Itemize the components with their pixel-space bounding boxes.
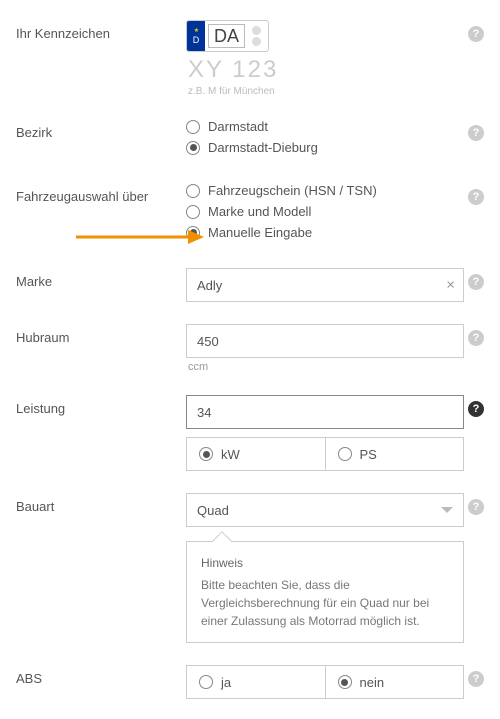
radio-icon <box>186 120 200 134</box>
eu-country: D <box>193 35 200 45</box>
abs-toggle: ja nein <box>186 665 464 699</box>
control-kennzeichen: ★ D DA XY 123 z.B. M für München <box>186 20 464 97</box>
license-plate-input[interactable]: ★ D DA <box>186 20 269 52</box>
control-fahrzeugauswahl: Fahrzeugschein (HSN / TSN) Marke und Mod… <box>186 183 464 246</box>
control-bezirk: Darmstadt Darmstadt-Dieburg <box>186 119 464 161</box>
eu-badge: ★ D <box>187 21 205 51</box>
bauart-hint-box: Hinweis Bitte beachten Sie, dass die Ver… <box>186 541 464 643</box>
radio-icon <box>338 675 352 689</box>
radio-label: kW <box>221 447 240 462</box>
help-icon[interactable]: ? <box>468 26 484 42</box>
help-icon[interactable]: ? <box>468 125 484 141</box>
clear-icon[interactable]: × <box>446 277 455 294</box>
leistung-unit-ps[interactable]: PS <box>325 438 464 470</box>
abs-nein[interactable]: nein <box>325 666 464 698</box>
row-hubraum: Hubraum 450 ccm ? <box>16 324 488 373</box>
radio-fahrzeug-0[interactable]: Fahrzeugschein (HSN / TSN) <box>186 183 464 198</box>
label-marke: Marke <box>16 268 186 289</box>
hint-title: Hinweis <box>201 554 449 572</box>
radio-label: nein <box>360 675 385 690</box>
radio-bezirk-0[interactable]: Darmstadt <box>186 119 464 134</box>
radio-label: Darmstadt <box>208 119 268 134</box>
help-icon[interactable]: ? <box>468 401 484 417</box>
radio-icon <box>186 226 200 240</box>
row-bauart: Bauart Quad Hinweis Bitte beachten Sie, … <box>16 493 488 643</box>
hint-text: Bitte beachten Sie, dass die Vergleichsb… <box>201 576 449 630</box>
radio-label: Darmstadt-Dieburg <box>208 140 318 155</box>
help-icon[interactable]: ? <box>468 499 484 515</box>
plate-hint: z.B. M für München <box>188 86 464 97</box>
row-abs: ABS ja nein ? <box>16 665 488 699</box>
chevron-down-icon <box>441 507 453 513</box>
radio-icon <box>186 141 200 155</box>
label-fahrzeugauswahl: Fahrzeugauswahl über <box>16 183 186 204</box>
control-bauart: Quad Hinweis Bitte beachten Sie, dass di… <box>186 493 464 643</box>
input-value: 450 <box>197 334 219 349</box>
help-icon[interactable]: ? <box>468 189 484 205</box>
hubraum-unit: ccm <box>188 361 464 373</box>
radio-icon <box>199 675 213 689</box>
radio-label: Marke und Modell <box>208 204 311 219</box>
label-leistung: Leistung <box>16 395 186 416</box>
radio-bezirk-1[interactable]: Darmstadt-Dieburg <box>186 140 464 155</box>
control-hubraum: 450 ccm <box>186 324 464 373</box>
plate-seals <box>248 21 268 51</box>
leistung-unit-kw[interactable]: kW <box>187 438 325 470</box>
row-leistung: Leistung 34 kW PS ? <box>16 395 488 471</box>
radio-icon <box>186 184 200 198</box>
marke-input[interactable]: Adly × <box>186 268 464 302</box>
label-hubraum: Hubraum <box>16 324 186 345</box>
bauart-select[interactable]: Quad <box>186 493 464 527</box>
help-icon[interactable]: ? <box>468 274 484 290</box>
input-value: Adly <box>197 278 222 293</box>
radio-fahrzeug-2[interactable]: Manuelle Eingabe <box>186 225 464 240</box>
label-kennzeichen: Ihr Kennzeichen <box>16 20 186 41</box>
row-fahrzeugauswahl: Fahrzeugauswahl über Fahrzeugschein (HSN… <box>16 183 488 246</box>
radio-label: ja <box>221 675 231 690</box>
radio-icon <box>338 447 352 461</box>
plate-code[interactable]: DA <box>208 24 245 48</box>
help-icon[interactable]: ? <box>468 671 484 687</box>
row-kennzeichen: Ihr Kennzeichen ★ D DA XY 123 z.B. M für… <box>16 20 488 97</box>
help-icon[interactable]: ? <box>468 330 484 346</box>
radio-label: Manuelle Eingabe <box>208 225 312 240</box>
label-abs: ABS <box>16 665 186 686</box>
control-leistung: 34 kW PS <box>186 395 464 471</box>
hubraum-input[interactable]: 450 <box>186 324 464 358</box>
leistung-input[interactable]: 34 <box>186 395 464 429</box>
input-value: 34 <box>197 405 211 420</box>
control-abs: ja nein <box>186 665 464 699</box>
radio-label: Fahrzeugschein (HSN / TSN) <box>208 183 377 198</box>
select-value: Quad <box>197 503 229 518</box>
control-marke: Adly × <box>186 268 464 302</box>
row-bezirk: Bezirk Darmstadt Darmstadt-Dieburg ? <box>16 119 488 161</box>
plate-placeholder: XY 123 <box>188 56 464 84</box>
leistung-unit-toggle: kW PS <box>186 437 464 471</box>
label-bezirk: Bezirk <box>16 119 186 140</box>
radio-icon <box>186 205 200 219</box>
radio-label: PS <box>360 447 377 462</box>
row-marke: Marke Adly × ? <box>16 268 488 302</box>
radio-icon <box>199 447 213 461</box>
radio-fahrzeug-1[interactable]: Marke und Modell <box>186 204 464 219</box>
label-bauart: Bauart <box>16 493 186 514</box>
abs-ja[interactable]: ja <box>187 666 325 698</box>
